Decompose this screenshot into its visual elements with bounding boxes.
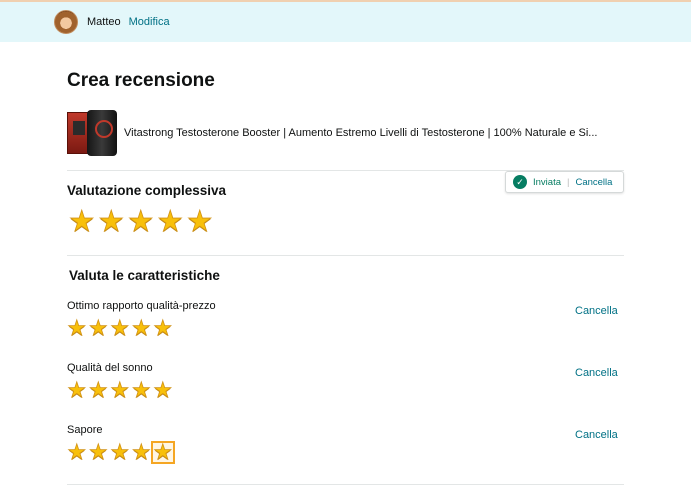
star-icon[interactable]: ★ xyxy=(97,207,127,237)
user-name: Matteo xyxy=(87,16,121,28)
product-summary: Vitastrong Testosterone Booster | Aument… xyxy=(67,110,597,156)
status-separator: | xyxy=(567,176,570,188)
star-icon[interactable]: ★ xyxy=(88,318,110,340)
submission-status: ✓ Inviata | Cancella xyxy=(505,171,624,193)
feature-label-sleep: Qualità del sonno xyxy=(67,362,153,374)
feature-label-taste: Sapore xyxy=(67,424,103,436)
star-icon[interactable]: ★ xyxy=(66,380,88,402)
star-icon[interactable]: ★ xyxy=(126,207,156,237)
overall-star-rating[interactable]: ★ ★ ★ ★ ★ xyxy=(67,207,215,237)
top-bar: Matteo Modifica xyxy=(0,0,691,42)
star-icon[interactable]: ★ xyxy=(131,442,153,464)
star-icon[interactable]: ★ xyxy=(131,318,153,340)
product-image xyxy=(67,110,117,156)
star-icon[interactable]: ★ xyxy=(67,207,97,237)
divider xyxy=(67,255,624,256)
feature-star-rating-sleep[interactable]: ★ ★ ★ ★ ★ xyxy=(66,380,174,402)
star-icon[interactable]: ★ xyxy=(131,380,153,402)
checkmark-icon: ✓ xyxy=(513,175,527,189)
overall-rating-title: Valutazione complessiva xyxy=(67,183,227,198)
star-icon[interactable]: ★ xyxy=(88,380,110,402)
feature-label-value: Ottimo rapporto qualità-prezzo xyxy=(67,300,216,312)
edit-profile-link[interactable]: Modifica xyxy=(129,16,170,28)
star-icon[interactable]: ★ xyxy=(156,207,186,237)
star-icon[interactable]: ★ xyxy=(185,207,215,237)
features-title: Valuta le caratteristiche xyxy=(69,268,220,283)
star-icon[interactable]: ★ xyxy=(152,380,174,402)
star-icon[interactable]: ★ xyxy=(66,442,88,464)
feature-star-rating-value[interactable]: ★ ★ ★ ★ ★ xyxy=(66,318,174,340)
star-icon[interactable]: ★ xyxy=(152,318,174,340)
feature-cancel-value[interactable]: Cancella xyxy=(575,305,618,317)
status-cancel-link[interactable]: Cancella xyxy=(575,177,612,188)
status-sent-label: Inviata xyxy=(533,176,561,188)
star-icon[interactable]: ★ xyxy=(109,380,131,402)
star-icon-focused[interactable]: ★ xyxy=(151,441,175,464)
star-icon[interactable]: ★ xyxy=(88,442,110,464)
user-avatar xyxy=(54,10,78,34)
star-icon[interactable]: ★ xyxy=(109,442,131,464)
star-icon[interactable]: ★ xyxy=(109,318,131,340)
feature-cancel-sleep[interactable]: Cancella xyxy=(575,367,618,379)
star-icon[interactable]: ★ xyxy=(66,318,88,340)
divider xyxy=(67,484,624,485)
feature-star-rating-taste[interactable]: ★ ★ ★ ★ ★ xyxy=(66,441,175,464)
page-title: Crea recensione xyxy=(67,70,215,91)
product-title: Vitastrong Testosterone Booster | Aument… xyxy=(124,127,598,139)
feature-cancel-taste[interactable]: Cancella xyxy=(575,429,618,441)
